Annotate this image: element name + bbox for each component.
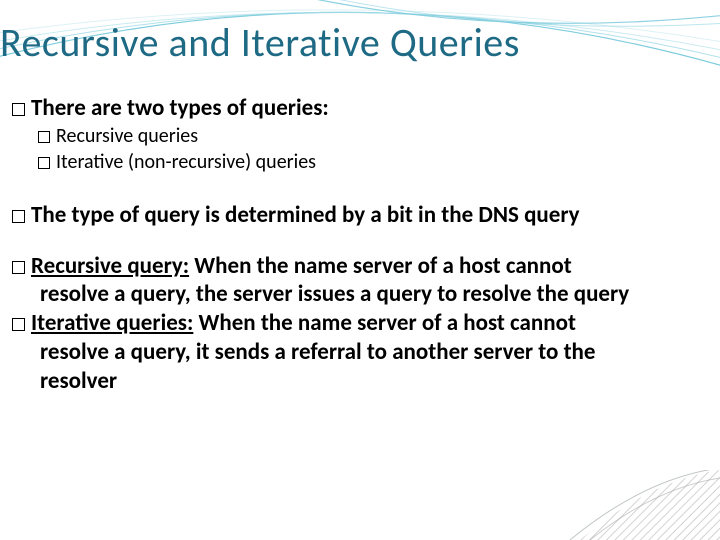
square-bullet-icon [12,103,25,116]
text: Iterative (non-recursive) queries [56,150,316,174]
slide-title: Recursive and Iterative Queries [0,18,520,67]
square-bullet-icon [12,261,25,274]
bullet-iterative-def-cont2: resolver [40,367,700,396]
text: When the name server of a host cannot [193,309,576,337]
text: The type of query is determined by a bit… [31,201,580,229]
text: When the name server of a host cannot [189,252,572,280]
label: Iterative queries: [31,309,193,337]
bullet-types-intro: There are two types of queries: [12,94,700,123]
text: There are two types of queries: [31,94,329,122]
bullet-iterative-def: Iterative queries: When the name server … [12,309,700,338]
label: Recursive query: [31,252,189,280]
square-bullet-icon [38,131,50,143]
bullet-recursive-def: Recursive query: When the name server of… [12,252,700,281]
slide: Recursive and Iterative Queries There ar… [0,0,720,540]
corner-decoration [540,470,720,540]
subbullet-recursive: Recursive queries [38,123,700,149]
square-bullet-icon [12,210,25,223]
subbullet-iterative: Iterative (non-recursive) queries [38,149,700,175]
bullet-recursive-def-cont: resolve a query, the server issues a que… [40,280,700,309]
slide-body: There are two types of queries: Recursiv… [12,90,700,395]
square-bullet-icon [38,157,50,169]
bullet-iterative-def-cont1: resolve a query, it sends a referral to … [40,338,700,367]
bullet-type-bit: The type of query is determined by a bit… [12,201,700,230]
square-bullet-icon [12,318,25,331]
text: Recursive queries [56,124,198,148]
